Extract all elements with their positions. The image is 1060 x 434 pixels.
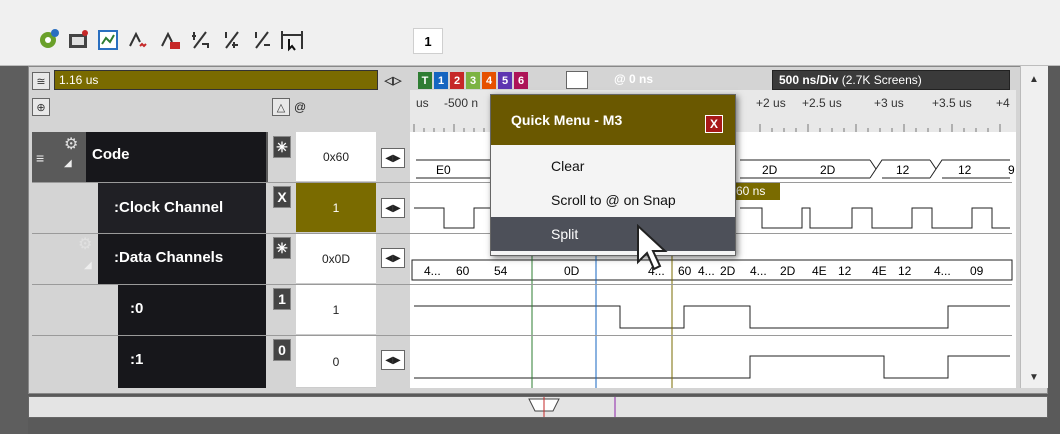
left-gutter: [0, 66, 28, 434]
data-seg: 60: [456, 264, 470, 278]
data-seg: 4...: [698, 264, 715, 278]
timeline-overview[interactable]: [28, 396, 1048, 418]
data-seg: 4E: [872, 264, 887, 278]
capture-icon[interactable]: [94, 26, 122, 54]
channel-name[interactable]: :1: [130, 351, 143, 368]
channel-value: 1: [296, 285, 376, 335]
code-seg: 2D: [820, 163, 836, 177]
data-seg: 0D: [564, 264, 580, 278]
mode-button[interactable]: 0: [273, 339, 291, 361]
settings-gear-icon[interactable]: [34, 26, 62, 54]
slash-icon[interactable]: [248, 26, 276, 54]
code-seg: 12: [958, 163, 972, 177]
cursor-icon[interactable]: [124, 26, 152, 54]
data-seg: 4...: [424, 264, 441, 278]
nav-arrows-icon[interactable]: ◀▶: [381, 350, 405, 370]
channel-tab-6[interactable]: 6: [514, 72, 528, 89]
channel-value: 1: [296, 183, 376, 233]
data-seg: 12: [838, 264, 852, 278]
menu-item-split[interactable]: Split: [491, 217, 735, 251]
channel-name[interactable]: Code: [92, 146, 130, 163]
quick-menu: Quick Menu - M3 X Clear Scroll to @ on S…: [490, 94, 736, 256]
data-seg: 12: [898, 264, 912, 278]
code-seg: 12: [896, 163, 910, 177]
row-divider: [32, 335, 1012, 336]
ruler-label: us: [416, 96, 429, 110]
data-seg: 09: [970, 264, 984, 278]
ruler-label: +2 us: [756, 96, 786, 110]
channel-name[interactable]: :Data Channels: [114, 249, 223, 266]
mode-button[interactable]: X: [273, 186, 291, 208]
ruler-label: +3.5 us: [932, 96, 972, 110]
ruler-label: +3 us: [874, 96, 904, 110]
scroll-up-icon[interactable]: ▲: [1029, 74, 1039, 85]
at-header: @: [294, 100, 307, 114]
in-out-icon[interactable]: [156, 26, 184, 54]
div-label: 500 ns/Div: [779, 73, 839, 87]
scroll-down-icon[interactable]: ▼: [1029, 372, 1039, 383]
menu-item-clear[interactable]: Clear: [491, 149, 735, 183]
fit-icon[interactable]: [278, 26, 306, 54]
gear-icon[interactable]: ⚙: [78, 234, 92, 254]
menu-icon[interactable]: ≡: [36, 150, 44, 166]
div-screens: (2.7K Screens): [841, 73, 922, 87]
code-seg: E0: [436, 163, 451, 177]
data-seg: 4...: [750, 264, 767, 278]
quarter-icon[interactable]: [218, 26, 246, 54]
ruler-label: +4: [996, 96, 1010, 110]
data-seg: 2D: [780, 264, 796, 278]
nav-arrows-icon[interactable]: ◀▶: [381, 198, 405, 218]
mouse-icon[interactable]: ⊕: [32, 98, 50, 116]
channel-name[interactable]: :0: [130, 300, 143, 317]
ruler-label: +2.5 us: [802, 96, 842, 110]
data-seg: 54: [494, 264, 508, 278]
mode-button[interactable]: ✳: [273, 237, 291, 259]
collapse-icon[interactable]: ◢: [64, 158, 72, 169]
collapse-icon[interactable]: ◢: [84, 260, 92, 271]
toolbar: 1: [0, 0, 1060, 66]
channel-tab-3[interactable]: 3: [466, 72, 480, 89]
nav-arrows-icon[interactable]: ◀▶: [381, 248, 405, 268]
nav-arrows-icon[interactable]: ◀▶: [381, 148, 405, 168]
time-value: 1.16 us: [54, 70, 378, 90]
quick-menu-title: Quick Menu - M3: [491, 95, 735, 145]
div-box[interactable]: 500 ns/Div (2.7K Screens): [772, 70, 1010, 90]
timeline-marker: [528, 397, 616, 417]
channel-value: 0: [296, 336, 376, 388]
channel-value: 0x0D: [296, 234, 376, 284]
trigger-icon[interactable]: [64, 26, 92, 54]
triangle-icon[interactable]: △: [272, 98, 290, 116]
half-icon[interactable]: [186, 26, 214, 54]
timebase-icon[interactable]: ≅: [32, 72, 50, 90]
data-seg: 2D: [720, 264, 736, 278]
counter-box[interactable]: 1: [413, 28, 443, 54]
row-divider: [32, 284, 1012, 285]
mouse-cursor-icon: [637, 224, 668, 271]
data-seg: 4...: [934, 264, 951, 278]
channel-name[interactable]: :Clock Channel: [114, 199, 223, 216]
channel-tab-1[interactable]: 1: [434, 72, 448, 89]
code-seg: 2D: [762, 163, 778, 177]
channel-tab-2[interactable]: 2: [450, 72, 464, 89]
code-seg: 9: [1008, 163, 1015, 177]
data-seg: 60: [678, 264, 692, 278]
data-seg: 4E: [812, 264, 827, 278]
channel-tab-5[interactable]: 5: [498, 72, 512, 89]
clock-marker: 60 ns: [736, 184, 765, 198]
at-time: @ 0 ns: [614, 72, 654, 86]
expand-arrows-icon[interactable]: ◁▷: [385, 72, 402, 89]
menu-item-scroll[interactable]: Scroll to @ on Snap: [491, 183, 735, 217]
channel-value: 0x60: [296, 132, 376, 182]
color-swatch[interactable]: [566, 71, 588, 89]
mode-button[interactable]: ✳: [273, 136, 291, 158]
app-window: 1 ≅ 1.16 us ⊕ △ @ ◁▷ T123456 @ 0 ns 500 …: [0, 0, 1060, 434]
channel-tab-T[interactable]: T: [418, 72, 432, 89]
ruler-label: -500 n: [444, 96, 479, 110]
vertical-scrollbar[interactable]: ▲ ▼: [1020, 66, 1048, 388]
close-icon[interactable]: X: [705, 115, 723, 133]
gear-icon[interactable]: ⚙: [64, 134, 78, 154]
mode-button[interactable]: 1: [273, 288, 291, 310]
channel-tab-4[interactable]: 4: [482, 72, 496, 89]
